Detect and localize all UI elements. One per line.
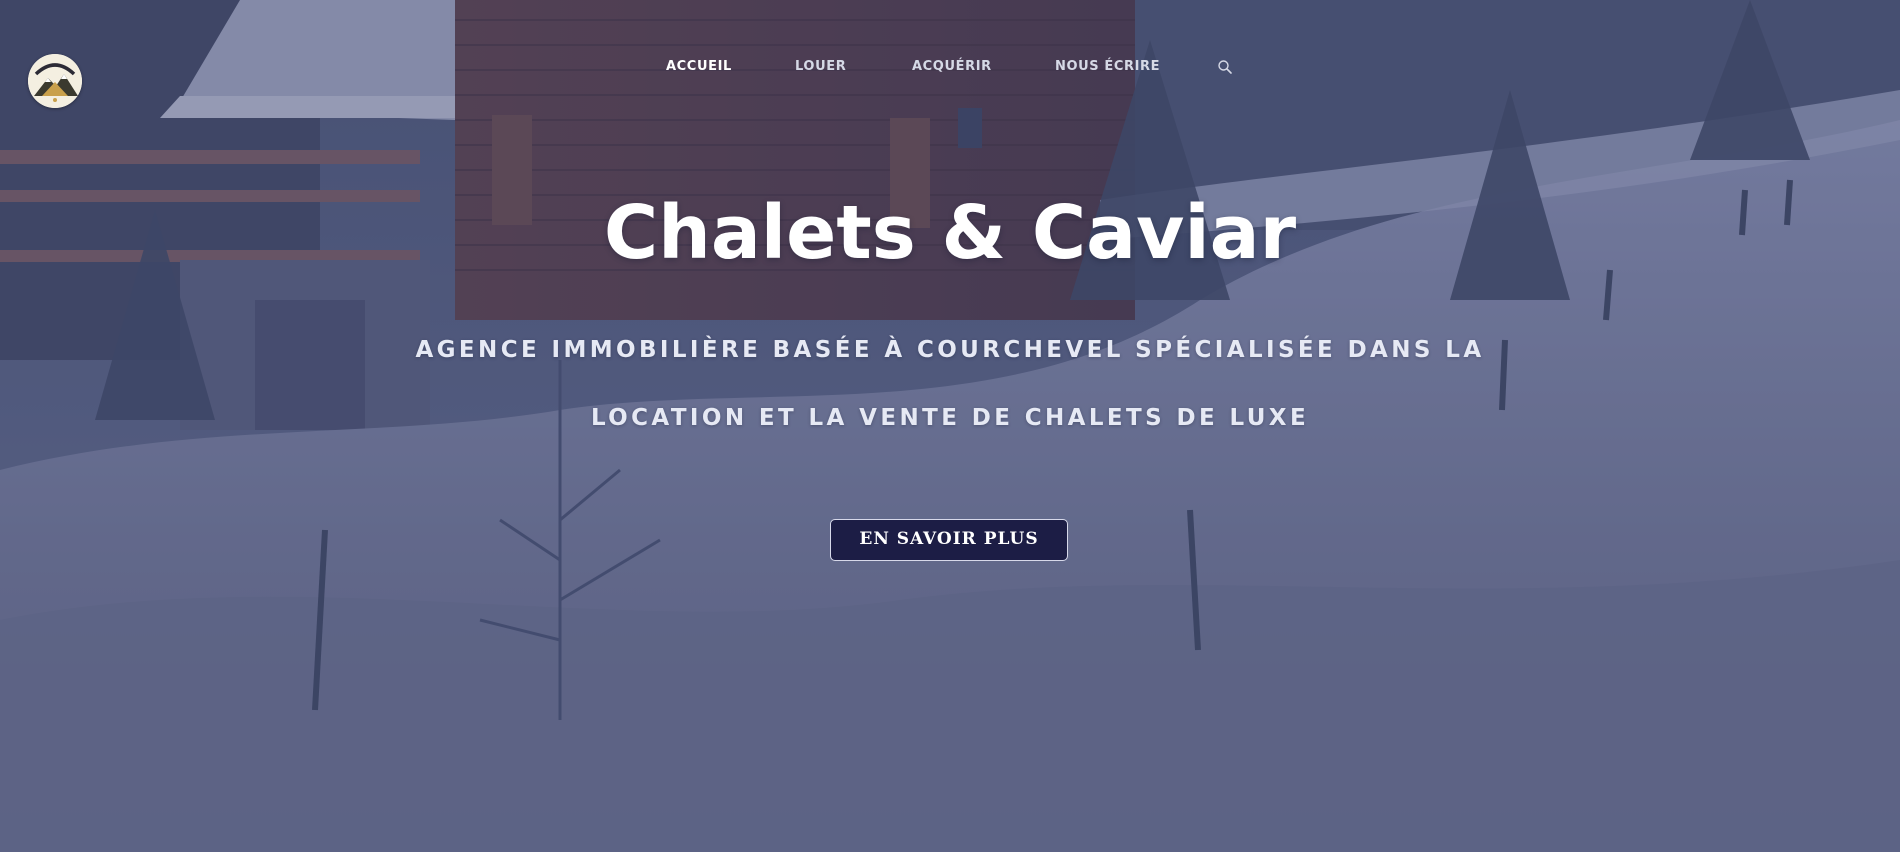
hero-subtitle-line-2: LOCATION ET LA VENTE DE CHALETS DE LUXE (590, 405, 1310, 431)
hero-section: ACCUEIL LOUER ACQUÉRIR NOUS ÉCRIRE Chale… (0, 0, 1900, 852)
hero-subtitle: AGENCE IMMOBILIÈRE BASÉE À COURCHEVEL SP… (350, 316, 1550, 452)
hero-subtitle-line-1: AGENCE IMMOBILIÈRE BASÉE À COURCHEVEL SP… (415, 337, 1485, 363)
main-nav: ACCUEIL LOUER ACQUÉRIR NOUS ÉCRIRE (0, 56, 1900, 80)
nav-item-nous-ecrire[interactable]: NOUS ÉCRIRE (1055, 56, 1160, 78)
en-savoir-plus-button[interactable]: EN SAVOIR PLUS (830, 519, 1068, 561)
nav-item-accueil[interactable]: ACCUEIL (666, 56, 732, 78)
hero-title: Chalets & Caviar (603, 190, 1297, 276)
nav-item-acquerir[interactable]: ACQUÉRIR (912, 56, 992, 78)
nav-item-louer[interactable]: LOUER (795, 56, 846, 78)
search-icon[interactable] (1217, 59, 1233, 75)
